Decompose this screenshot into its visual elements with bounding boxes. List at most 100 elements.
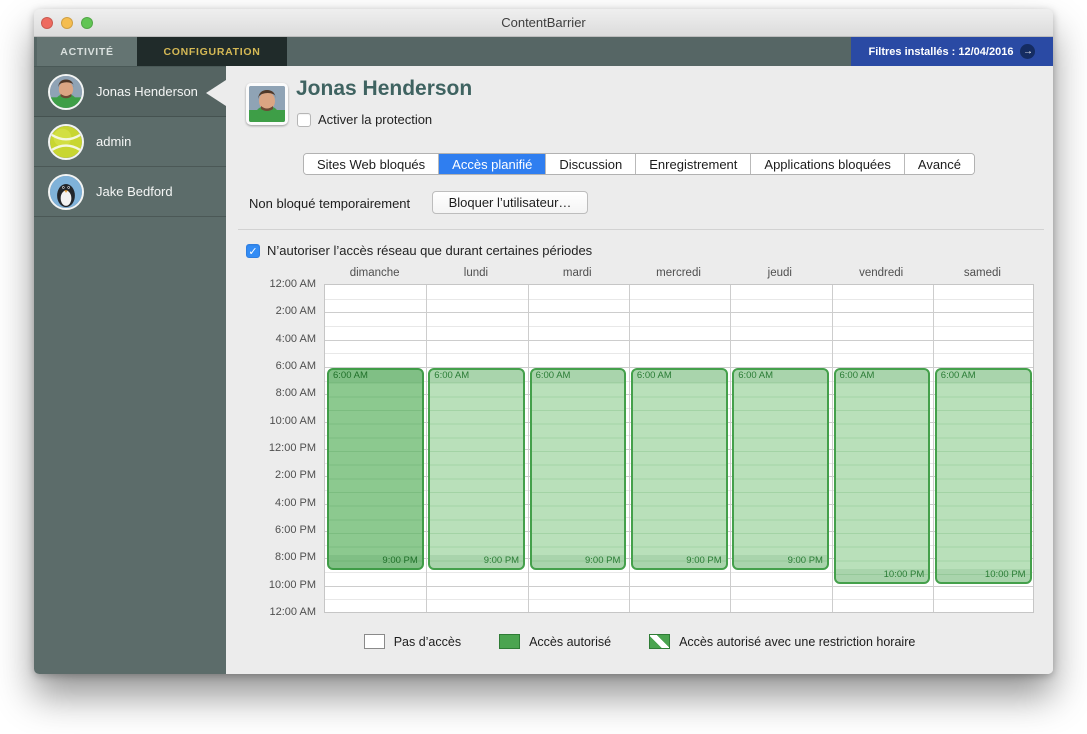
protection-checkbox-label: Activer la protection	[318, 112, 432, 127]
access-block-mercredi[interactable]: 6:00 AM 9:00 PM	[631, 368, 728, 570]
day-label-dimanche: dimanche	[324, 267, 425, 279]
legend-swatch-allowed-restricted-icon	[649, 634, 670, 649]
sidebar-user-jonas-henderson[interactable]: Jonas Henderson	[34, 67, 226, 117]
legend-swatch-allowed-icon	[499, 634, 520, 649]
sidebar-user-name: Jonas Henderson	[96, 84, 198, 99]
time-label: 10:00 AM	[244, 415, 316, 427]
grid-day-line	[528, 285, 529, 612]
day-label-vendredi: vendredi	[831, 267, 932, 279]
day-label-samedi: samedi	[932, 267, 1033, 279]
time-label: 12:00 AM	[244, 278, 316, 290]
grid-day-line	[730, 285, 731, 612]
access-block-mardi[interactable]: 6:00 AM 9:00 PM	[530, 368, 627, 570]
schedule-checkbox-label: N’autoriser l’accès réseau que durant ce…	[267, 243, 592, 258]
desktop: ContentBarrier ACTIVITÉ CONFIGURATION Fi…	[0, 0, 1087, 734]
sidebar-user-jake-bedford[interactable]: Jake Bedford	[34, 167, 226, 217]
day-label-mardi: mardi	[527, 267, 628, 279]
block-user-button[interactable]: Bloquer l’utilisateur…	[432, 191, 588, 214]
profile-avatar	[246, 83, 288, 125]
access-block-jeudi[interactable]: 6:00 AM 9:00 PM	[732, 368, 829, 570]
filters-installed-button[interactable]: Filtres installés : 12/04/2016 →	[851, 37, 1053, 66]
grid-hour-line	[325, 312, 1033, 313]
profile-name: Jonas Henderson	[296, 77, 472, 101]
grid-hour-line	[325, 326, 1033, 327]
sidebar-user-name: Jake Bedford	[96, 184, 173, 199]
tennis-ball-avatar-icon	[48, 124, 84, 160]
title-bar: ContentBarrier	[34, 9, 1053, 37]
legend-label: Accès autorisé avec une restriction hora…	[679, 635, 915, 649]
time-label: 2:00 PM	[244, 469, 316, 481]
access-block-samedi[interactable]: 6:00 AM10:00 PM	[935, 368, 1032, 584]
protection-checkbox-row[interactable]: Activer la protection	[297, 112, 432, 127]
access-block-dimanche[interactable]: 6:00 AM 9:00 PM	[327, 368, 424, 570]
block-end-time: 10:00 PM	[836, 569, 929, 582]
app-window: ContentBarrier ACTIVITÉ CONFIGURATION Fi…	[34, 9, 1053, 674]
day-label-jeudi: jeudi	[729, 267, 830, 279]
user-sidebar: Jonas Henderson admin Jake Bedford	[34, 66, 226, 674]
time-label: 4:00 AM	[244, 333, 316, 345]
config-panel: Jonas Henderson Activer la protection Si…	[226, 66, 1053, 674]
time-label: 2:00 AM	[244, 305, 316, 317]
window-body: Jonas Henderson admin Jake Bedford Jonas H…	[34, 66, 1053, 674]
config-tab-sites-web-bloqués[interactable]: Sites Web bloqués	[304, 154, 439, 174]
config-tab-applications-bloquées[interactable]: Applications bloquées	[751, 154, 904, 174]
grid-hour-line	[325, 353, 1033, 354]
block-start-time: 6:00 AM	[430, 370, 523, 383]
access-block-vendredi[interactable]: 6:00 AM 10:00 PM	[834, 368, 931, 584]
config-tab-accès-planifié[interactable]: Accès planifié	[439, 154, 546, 174]
block-end-time: 9:00 PM	[329, 555, 422, 568]
block-end-time: 9:00 PM	[430, 555, 523, 568]
window-title: ContentBarrier	[34, 15, 1053, 30]
schedule-grid[interactable]: 6:00 AM 9:00 PM 6:00 AM 9:00 PM 6:00 AM 9:00 …	[324, 284, 1034, 613]
penguin-avatar-icon	[48, 174, 84, 210]
time-label: 12:00 AM	[244, 606, 316, 618]
grid-hour-line	[325, 586, 1033, 587]
legend-swatch-none-icon	[364, 634, 385, 649]
time-label: 6:00 PM	[244, 524, 316, 536]
protection-checkbox[interactable]	[297, 113, 311, 127]
sidebar-user-admin[interactable]: admin	[34, 117, 226, 167]
block-start-time: 6:00 AM	[633, 370, 726, 383]
day-label-lundi: lundi	[425, 267, 526, 279]
block-end-time: 9:00 PM	[633, 555, 726, 568]
block-end-time: 9:00 PM	[734, 555, 827, 568]
time-label: 8:00 AM	[244, 387, 316, 399]
grid-hour-line	[325, 599, 1033, 600]
day-label-mercredi: mercredi	[628, 267, 729, 279]
block-end-time: 9:00 PM	[532, 555, 625, 568]
block-start-time: 6:00 AM	[836, 370, 929, 383]
time-label: 6:00 AM	[244, 360, 316, 372]
grid-day-line	[629, 285, 630, 612]
config-tab-avancé[interactable]: Avancé	[905, 154, 974, 174]
config-tab-discussion[interactable]: Discussion	[546, 154, 636, 174]
block-start-time: 6:00 AM	[734, 370, 827, 383]
config-tabs: Sites Web bloquésAccès planifiéDiscussio…	[303, 153, 975, 175]
legend-item-none: Pas d’accès	[364, 634, 461, 649]
block-end-time: 10:00 PM	[937, 569, 1030, 582]
main-nav-bar: ACTIVITÉ CONFIGURATION Filtres installés…	[34, 37, 1053, 66]
config-tab-enregistrement[interactable]: Enregistrement	[636, 154, 751, 174]
block-start-time: 6:00 AM	[532, 370, 625, 383]
section-divider	[238, 229, 1044, 230]
schedule-checkbox-row[interactable]: ✓ N’autoriser l’accès réseau que durant …	[246, 243, 592, 258]
nav-tab-configuration[interactable]: CONFIGURATION	[137, 37, 287, 66]
grid-hour-line	[325, 299, 1033, 300]
time-label: 4:00 PM	[244, 497, 316, 509]
time-label: 8:00 PM	[244, 551, 316, 563]
selected-user-arrow-icon	[206, 80, 226, 106]
filters-installed-label: Filtres installés : 12/04/2016	[869, 46, 1014, 58]
access-block-lundi[interactable]: 6:00 AM 9:00 PM	[428, 368, 525, 570]
legend-item-allowed: Accès autorisé	[499, 634, 611, 649]
schedule-legend: Pas d’accès Accès autorisé Accès autorisé …	[226, 634, 1053, 649]
grid-day-line	[426, 285, 427, 612]
arrow-right-icon: →	[1020, 44, 1035, 59]
legend-item-allowed-restricted: Accès autorisé avec une restriction hora…	[649, 634, 915, 649]
legend-label: Accès autorisé	[529, 635, 611, 649]
grid-hour-line	[325, 340, 1033, 341]
block-start-time: 6:00 AM	[329, 370, 422, 383]
nav-tab-activite[interactable]: ACTIVITÉ	[37, 37, 137, 66]
legend-label: Pas d’accès	[394, 635, 461, 649]
grid-day-line	[832, 285, 833, 612]
sidebar-user-name: admin	[96, 134, 131, 149]
schedule-checkbox[interactable]: ✓	[246, 244, 260, 258]
